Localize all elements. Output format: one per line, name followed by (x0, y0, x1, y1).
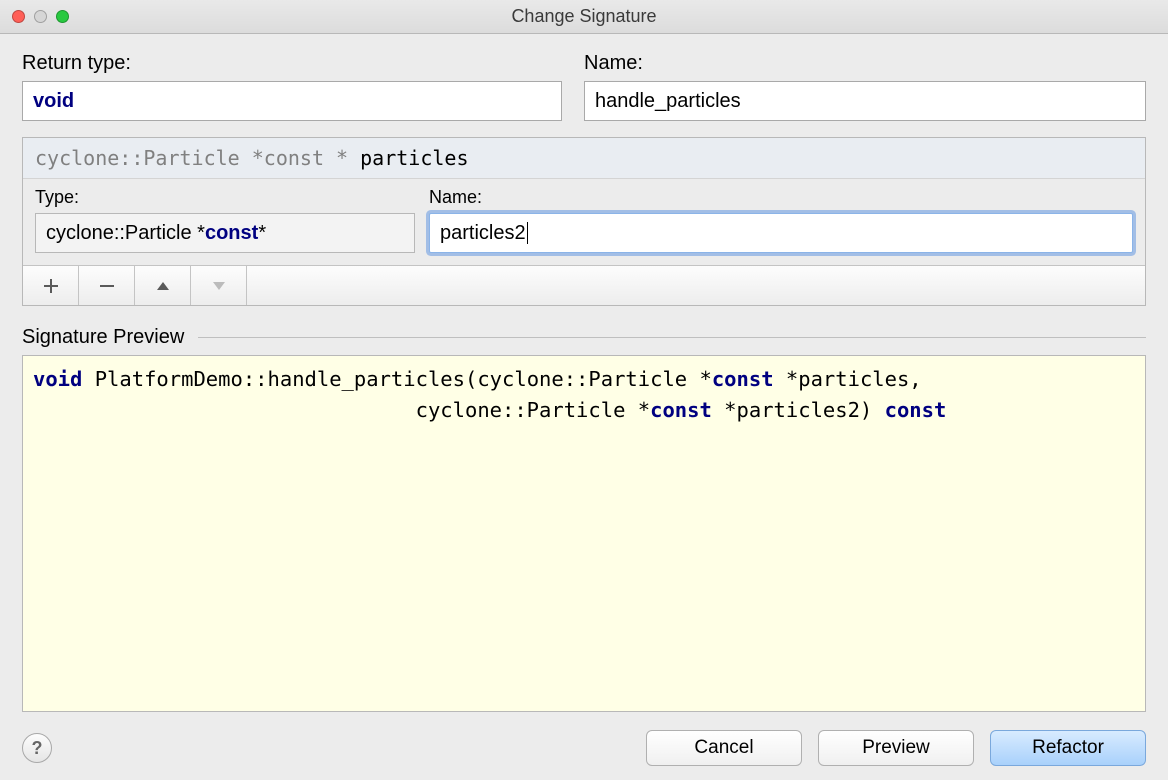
preview-button[interactable]: Preview (818, 730, 974, 766)
triangle-up-icon (155, 278, 171, 294)
parameters-toolbar (23, 265, 1145, 305)
refactor-button[interactable]: Refactor (990, 730, 1146, 766)
preview-title: Signature Preview (22, 326, 184, 349)
dialog-content: Return type: void Name: handle_particles… (0, 34, 1168, 780)
top-row: Return type: void Name: handle_particles (22, 52, 1146, 121)
return-type-value: void (33, 90, 74, 113)
section-divider (198, 337, 1146, 338)
cancel-button[interactable]: Cancel (646, 730, 802, 766)
param-header-name: particles (360, 146, 468, 170)
preview-section-header: Signature Preview (22, 326, 1146, 349)
question-icon: ? (32, 738, 43, 759)
signature-preview: void PlatformDemo::handle_particles(cycl… (22, 355, 1146, 712)
close-window-icon[interactable] (12, 10, 25, 23)
plus-icon (43, 278, 59, 294)
return-type-input[interactable]: void (22, 81, 562, 121)
triangle-down-icon (211, 278, 227, 294)
window-title: Change Signature (0, 6, 1168, 27)
param-type-label: Type: (35, 187, 415, 208)
dialog-footer: ? Cancel Preview Refactor (22, 730, 1146, 766)
param-header-type: cyclone::Particle *const * (35, 146, 348, 170)
param-name-input[interactable]: particles2 (429, 213, 1133, 253)
param-name-value: particles2 (440, 222, 526, 245)
param-name-label: Name: (429, 187, 1133, 208)
remove-parameter-button[interactable] (79, 266, 135, 305)
move-down-button[interactable] (191, 266, 247, 305)
parameters-panel: cyclone::Particle *const * particles Typ… (22, 137, 1146, 306)
minus-icon (99, 278, 115, 294)
zoom-window-icon[interactable] (56, 10, 69, 23)
parameter-list-item[interactable]: cyclone::Particle *const * particles (23, 138, 1145, 179)
window-controls (0, 10, 69, 23)
minimize-window-icon (34, 10, 47, 23)
help-button[interactable]: ? (22, 733, 52, 763)
text-caret (527, 222, 528, 244)
parameter-editor: Type: cyclone::Particle *const * Name: p… (23, 179, 1145, 265)
function-name-value: handle_particles (595, 90, 741, 113)
add-parameter-button[interactable] (23, 266, 79, 305)
function-name-input[interactable]: handle_particles (584, 81, 1146, 121)
return-type-label: Return type: (22, 52, 562, 75)
function-name-label: Name: (584, 52, 1146, 75)
titlebar: Change Signature (0, 0, 1168, 34)
param-type-input[interactable]: cyclone::Particle *const * (35, 213, 415, 253)
change-signature-dialog: Change Signature Return type: void Name:… (0, 0, 1168, 780)
move-up-button[interactable] (135, 266, 191, 305)
